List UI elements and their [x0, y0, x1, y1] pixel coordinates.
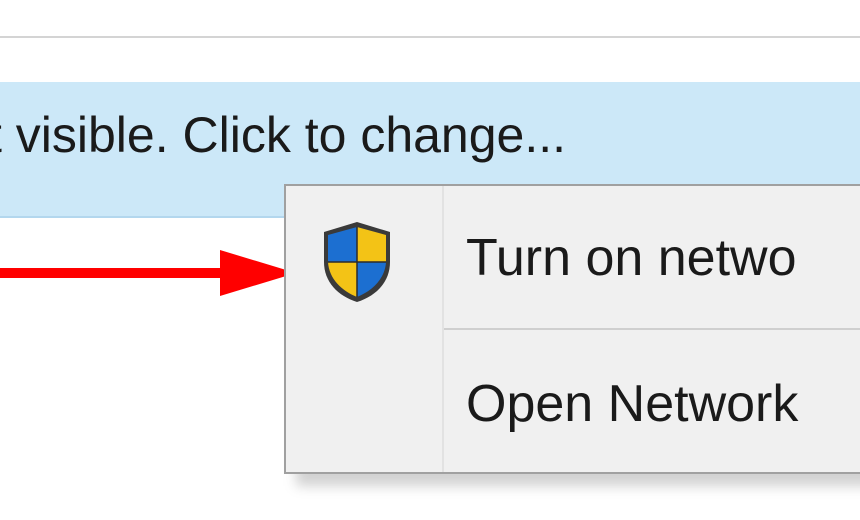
uac-shield-icon	[324, 222, 390, 302]
context-menu: Turn on netwo Open Network	[284, 184, 860, 474]
top-divider	[0, 36, 860, 38]
screenshot-stage: t visible. Click to change... Turn on ne…	[0, 0, 860, 520]
red-arrow-annotation	[0, 250, 296, 296]
menu-item-label: Turn on netwo	[466, 229, 797, 287]
arrow-shaft	[0, 268, 230, 278]
menu-item-open-network-and-sharing-center[interactable]: Open Network	[286, 352, 860, 472]
menu-item-label: Open Network	[466, 375, 799, 433]
info-bar-text: t visible. Click to change...	[0, 107, 567, 163]
menu-separator	[444, 328, 860, 330]
menu-item-turn-on-network-discovery[interactable]: Turn on netwo	[286, 196, 860, 316]
